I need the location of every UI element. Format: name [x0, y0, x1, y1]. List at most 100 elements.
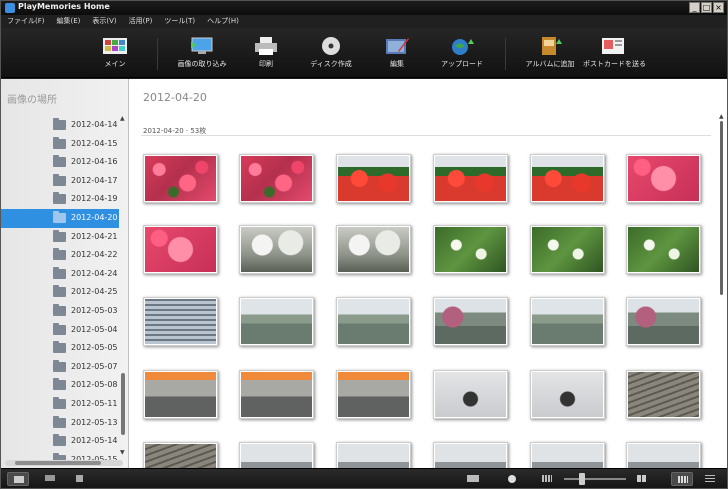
photo-thumbnail[interactable] — [530, 297, 605, 346]
photo-thumbnail[interactable] — [143, 442, 218, 468]
upload-button[interactable]: アップロード — [432, 36, 492, 69]
folder-item[interactable]: 2012-04-15 — [1, 135, 119, 154]
menu-use[interactable]: 活用(P) — [129, 15, 153, 28]
menu-view[interactable]: 表示(V) — [92, 15, 116, 28]
hscroll-thumb[interactable] — [15, 461, 101, 465]
folder-icon — [53, 155, 66, 168]
close-button[interactable]: × — [713, 2, 724, 13]
list-view-button[interactable] — [699, 472, 721, 486]
photo-thumbnail[interactable] — [143, 297, 218, 346]
folder-item[interactable]: 2012-05-03 — [1, 302, 119, 321]
folder-item[interactable]: 2012-04-19 — [1, 190, 119, 209]
photo-thumbnail[interactable] — [336, 442, 411, 468]
photo-thumbnail[interactable] — [336, 154, 411, 203]
photo-thumbnail[interactable] — [530, 370, 605, 419]
album-button[interactable]: アルバムに追加 — [520, 36, 580, 69]
folder-item[interactable]: 2012-05-08 — [1, 376, 119, 395]
import-icon — [191, 37, 213, 54]
photo-thumbnail[interactable] — [336, 370, 411, 419]
photo-thumbnail[interactable] — [239, 370, 314, 419]
scroll-thumb[interactable] — [720, 121, 723, 295]
photo-thumbnail[interactable] — [626, 297, 701, 346]
photo-thumbnail[interactable] — [143, 370, 218, 419]
folder-item[interactable]: 2012-04-22 — [1, 246, 119, 265]
folder-item[interactable]: 2012-04-24 — [1, 265, 119, 284]
thumbnail-size-slider[interactable] — [564, 473, 626, 485]
folder-label: 2012-04-20 — [71, 212, 118, 222]
menu-help[interactable]: ヘルプ(H) — [207, 15, 239, 28]
photo-image — [532, 299, 603, 344]
disc-button[interactable]: ディスク作成 — [301, 36, 361, 69]
large-thumbs-button[interactable] — [631, 472, 653, 486]
folder-item[interactable]: 2012-04-17 — [1, 172, 119, 191]
folder-item[interactable]: 2012-05-07 — [1, 358, 119, 377]
folder-icon — [53, 285, 66, 298]
folder-item[interactable]: 2012-05-14 — [1, 432, 119, 451]
postcard-button[interactable]: ポストカードを送る — [583, 36, 646, 69]
small-thumbs-button[interactable] — [536, 472, 558, 486]
scroll-down-icon[interactable]: ▼ — [120, 449, 125, 456]
large-thumbs-icon — [637, 475, 647, 482]
folder-item[interactable]: 2012-04-21 — [1, 228, 119, 247]
event-view-button[interactable] — [70, 472, 92, 486]
photo-thumbnail[interactable] — [530, 442, 605, 468]
folder-item[interactable]: 2012-05-05 — [1, 339, 119, 358]
scroll-up-icon[interactable]: ▲ — [719, 113, 724, 120]
folder-item[interactable]: 2012-04-16 — [1, 153, 119, 172]
folder-icon — [53, 341, 66, 354]
slider-knob[interactable] — [579, 473, 585, 485]
photo-thumbnail[interactable] — [143, 225, 218, 274]
menu-edit[interactable]: 編集(E) — [57, 15, 81, 28]
photo-thumbnail[interactable] — [336, 225, 411, 274]
edit-button[interactable]: 編集 — [367, 36, 427, 69]
folder-item[interactable]: 2012-05-11 — [1, 395, 119, 414]
photo-thumbnail[interactable] — [336, 297, 411, 346]
folder-label: 2012-04-21 — [71, 231, 118, 241]
album-icon — [542, 37, 562, 55]
photo-image — [338, 299, 409, 344]
maximize-button[interactable]: □ — [701, 2, 712, 13]
photo-image — [241, 299, 312, 344]
grid-view-button[interactable] — [671, 472, 693, 486]
folder-item[interactable]: 2012-05-04 — [1, 321, 119, 340]
photo-thumbnail[interactable] — [626, 442, 701, 468]
slideshow-button[interactable] — [461, 472, 483, 486]
photo-thumbnail[interactable] — [530, 225, 605, 274]
scroll-thumb[interactable] — [121, 373, 125, 435]
photo-thumbnail[interactable] — [530, 154, 605, 203]
photo-thumbnail[interactable] — [239, 297, 314, 346]
import-button[interactable]: 画像の取り込み — [172, 36, 232, 69]
photo-thumbnail[interactable] — [433, 225, 508, 274]
photo-thumbnail[interactable] — [626, 154, 701, 203]
print-button[interactable]: 印刷 — [236, 36, 296, 69]
main-icon — [103, 38, 127, 54]
main-button[interactable]: メイン — [85, 36, 145, 69]
folder-item[interactable]: 2012-05-13 — [1, 414, 119, 433]
folder-icon — [53, 192, 66, 205]
photo-thumbnail[interactable] — [239, 442, 314, 468]
folder-view-button[interactable] — [7, 472, 29, 486]
folder-item[interactable]: 2012-04-14 — [1, 116, 119, 135]
folder-item[interactable]: 2012-04-25 — [1, 283, 119, 302]
photo-thumbnail[interactable] — [143, 154, 218, 203]
photo-thumbnail[interactable] — [626, 370, 701, 419]
folder-label: 2012-04-19 — [71, 194, 118, 204]
folder-item-selected[interactable]: 2012-04-20 — [1, 208, 119, 228]
photo-thumbnail[interactable] — [239, 225, 314, 274]
toolbar-divider — [157, 38, 158, 70]
menu-tools[interactable]: ツール(T) — [164, 15, 195, 28]
sidebar-scrollbar[interactable]: ▲ ▼ — [119, 115, 127, 459]
menu-file[interactable]: ファイル(F) — [7, 15, 45, 28]
minimize-button[interactable]: _ — [689, 2, 700, 13]
info-button[interactable] — [501, 472, 523, 486]
calendar-view-button[interactable] — [39, 472, 61, 486]
photo-thumbnail[interactable] — [433, 370, 508, 419]
photo-thumbnail[interactable] — [433, 442, 508, 468]
scroll-up-icon[interactable]: ▲ — [120, 115, 125, 122]
photo-thumbnail[interactable] — [433, 297, 508, 346]
content-scrollbar[interactable]: ▲ — [719, 113, 725, 459]
sidebar-hscrollbar[interactable] — [5, 460, 123, 466]
photo-thumbnail[interactable] — [626, 225, 701, 274]
photo-thumbnail[interactable] — [433, 154, 508, 203]
photo-thumbnail[interactable] — [239, 154, 314, 203]
